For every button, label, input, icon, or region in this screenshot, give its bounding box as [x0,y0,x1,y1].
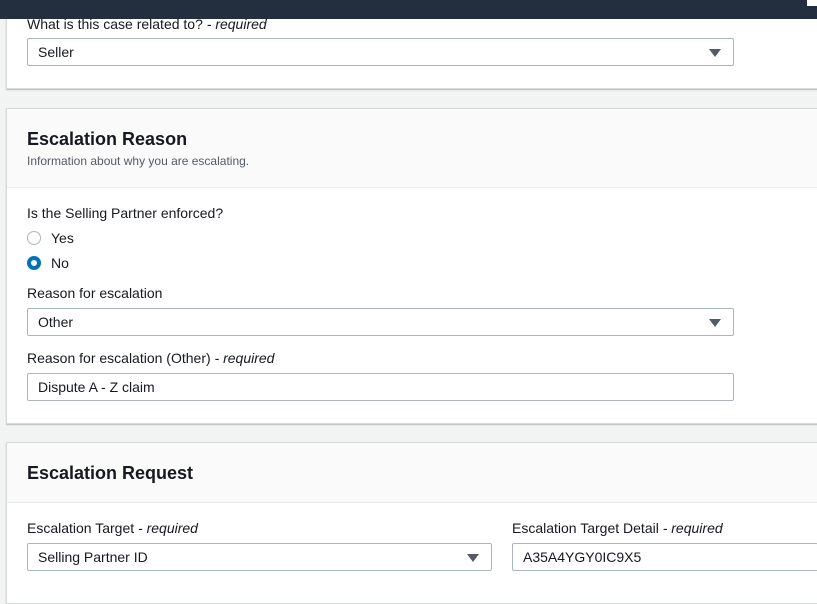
required-indicator: - required [214,350,275,366]
top-bar-corner [806,0,817,6]
escalation-reason-header: Escalation Reason Information about why … [7,109,817,188]
escalation-target-detail-label-text: Escalation Target Detail [512,520,659,536]
required-indicator: - required [662,520,723,536]
caret-down-icon [709,319,721,327]
caret-down-icon [709,49,721,57]
escalation-target-detail-label: Escalation Target Detail - required [512,520,723,536]
escalation-request-panel: Escalation Request Escalation Target - r… [6,442,817,604]
case-related-value: Seller [38,44,74,60]
escalation-target-label-text: Escalation Target [27,520,135,536]
reason-other-label: Reason for escalation (Other) - required [27,350,274,366]
reason-for-escalation-select[interactable]: Other [27,308,734,336]
enforced-question-label: Is the Selling Partner enforced? [27,205,224,221]
escalation-request-header: Escalation Request [7,443,817,503]
radio-no-label: No [51,255,69,271]
case-related-select[interactable]: Seller [27,38,734,66]
required-indicator: - required [138,520,198,536]
top-navigation-bar [0,0,817,19]
escalation-target-detail-value: A35A4YGY0IC9X5 [523,549,642,565]
radio-yes-label: Yes [51,230,74,246]
escalation-reason-description: Information about why you are escalating… [27,154,250,168]
escalation-target-label: Escalation Target - required [27,520,198,536]
reason-for-escalation-value: Other [38,314,74,330]
caret-down-icon [467,554,479,562]
escalation-target-select[interactable]: Selling Partner ID [27,543,492,571]
reason-other-value: Dispute A - Z claim [38,379,155,395]
escalation-reason-panel: Escalation Reason Information about why … [6,108,817,424]
reason-other-label-text: Reason for escalation (Other) [27,350,211,366]
escalation-target-value: Selling Partner ID [38,549,148,565]
escalation-request-title: Escalation Request [27,463,194,483]
radio-checked-icon[interactable] [27,256,41,270]
escalation-reason-title: Escalation Reason [27,129,188,149]
radio-unchecked-icon[interactable] [27,231,41,245]
reason-other-input[interactable]: Dispute A - Z claim [27,373,734,401]
escalation-target-detail-input[interactable]: A35A4YGY0IC9X5 [512,543,817,571]
reason-for-escalation-label: Reason for escalation [27,285,163,301]
